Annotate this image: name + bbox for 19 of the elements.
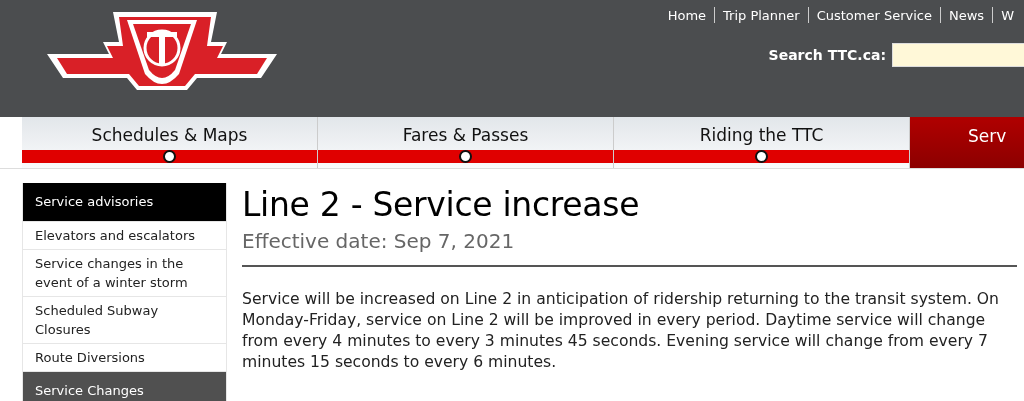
sidebar-item[interactable]: Service advisories — [22, 183, 227, 222]
top-nav-link[interactable]: Customer Service — [808, 7, 940, 23]
nav-tab[interactable]: Fares & Passes — [318, 117, 614, 168]
search-label: Search TTC.ca: — [768, 47, 886, 63]
top-nav-link[interactable]: Trip Planner — [715, 7, 808, 23]
sidebar-item[interactable]: Service changes in the event of a winter storm — [22, 250, 227, 297]
nav-tab[interactable]: Schedules & Maps — [22, 117, 318, 168]
nav-tab[interactable]: Serv — [910, 117, 1024, 168]
search-field[interactable] — [892, 43, 1024, 67]
top-nav-link[interactable]: Home — [659, 7, 715, 23]
nav-tab[interactable]: Riding the TTC — [614, 117, 910, 168]
effective-date: Effective date: Sep 7, 2021 — [242, 229, 516, 253]
article-paragraph: Service will be increased on Line 2 in anticipation of ridership returning to the transit system. On Monday-Friday, service on Line 2 will be improved in every period. Daytime service will change from every 4 minutes to every 3 minutes 45 seconds. Evening service will change from every 7 minutes 15 seconds to every 6 minutes. — [242, 289, 1000, 373]
page-title: Line 2 - Service increase — [242, 185, 641, 224]
sidebar-item[interactable]: Scheduled Subway Closures — [22, 297, 227, 344]
sidebar-item[interactable]: Service Changes — [22, 372, 227, 401]
sidebar-item[interactable]: Elevators and escalators — [22, 222, 227, 250]
top-nav-link[interactable]: News — [941, 7, 993, 23]
top-nav-link[interactable]: W — [993, 7, 1022, 23]
